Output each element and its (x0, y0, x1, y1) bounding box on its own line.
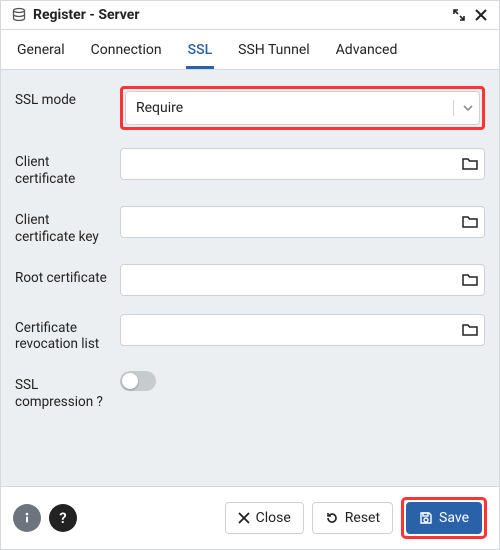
help-button[interactable]: ? (49, 504, 77, 532)
close-button[interactable]: Close (225, 502, 304, 534)
expand-icon[interactable] (451, 7, 467, 23)
reset-icon (325, 511, 339, 525)
folder-icon[interactable] (461, 213, 479, 231)
tab-ssh-tunnel[interactable]: SSH Tunnel (236, 38, 312, 69)
folder-icon[interactable] (461, 321, 479, 339)
reset-button[interactable]: Reset (312, 502, 393, 534)
ssl-mode-value: Require (136, 100, 183, 116)
client-cert-key-label: Client certificate key (15, 206, 110, 246)
chevron-down-icon (453, 100, 474, 116)
tab-general[interactable]: General (15, 38, 67, 69)
client-cert-label: Client certificate (15, 148, 110, 188)
footer-bar: ? Close Reset Save (1, 486, 499, 549)
close-label: Close (256, 510, 291, 526)
reset-label: Reset (345, 510, 380, 526)
ssl-compression-label: SSL compression ? (15, 371, 110, 411)
folder-icon[interactable] (461, 155, 479, 173)
tab-connection[interactable]: Connection (89, 38, 164, 69)
database-icon (11, 7, 27, 23)
tab-ssl[interactable]: SSL (186, 38, 215, 69)
folder-icon[interactable] (461, 271, 479, 289)
window-title: Register - Server (33, 7, 139, 23)
form-content: SSL mode Require Client certificate Clie… (1, 70, 499, 486)
save-label: Save (439, 510, 469, 526)
crl-input[interactable] (120, 314, 485, 346)
tab-bar: General Connection SSL SSH Tunnel Advanc… (1, 30, 499, 70)
root-cert-label: Root certificate (15, 264, 110, 287)
save-button[interactable]: Save (406, 502, 482, 534)
save-icon (419, 511, 433, 525)
client-cert-key-input[interactable] (120, 206, 485, 238)
tab-advanced[interactable]: Advanced (334, 38, 400, 69)
ssl-compression-toggle[interactable] (120, 371, 156, 391)
crl-label: Certificate revocation list (15, 314, 110, 354)
info-button[interactable] (13, 504, 41, 532)
ssl-mode-label: SSL mode (15, 86, 110, 109)
ssl-mode-select[interactable]: Require (125, 91, 480, 125)
root-cert-input[interactable] (120, 264, 485, 296)
close-x-icon (238, 512, 250, 524)
title-bar: Register - Server (1, 1, 499, 30)
client-cert-input[interactable] (120, 148, 485, 180)
close-icon[interactable] (473, 7, 489, 23)
